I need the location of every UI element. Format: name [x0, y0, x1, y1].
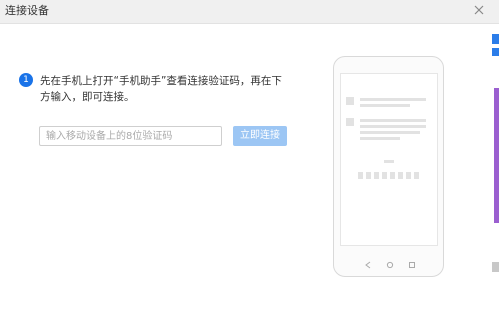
- background-accent-block: [492, 48, 499, 56]
- dialog-title: 连接设备: [5, 4, 49, 17]
- connect-now-button[interactable]: 立即连接: [233, 126, 287, 146]
- home-icon: [386, 254, 394, 273]
- background-accent-block: [492, 34, 499, 44]
- placeholder-line: [360, 119, 426, 122]
- code-digit-placeholder: [398, 172, 403, 179]
- recent-apps-icon: [408, 254, 416, 273]
- code-digit-placeholder: [374, 172, 379, 179]
- verification-code-input[interactable]: [39, 126, 222, 146]
- step-number-badge: 1: [19, 73, 33, 87]
- placeholder-avatar: [346, 118, 354, 126]
- placeholder-avatar: [346, 97, 354, 105]
- connect-instruction-text: 先在手机上打开“手机助手”查看连接验证码，再在下方输入，即可连接。: [40, 75, 282, 103]
- code-digit-placeholder: [414, 172, 419, 179]
- code-digit-placeholder: [366, 172, 371, 179]
- placeholder-line: [360, 131, 420, 134]
- placeholder-line: [360, 125, 426, 128]
- placeholder-dash: [384, 160, 394, 163]
- code-digit-placeholder: [390, 172, 395, 179]
- placeholder-line: [360, 98, 426, 101]
- dialog-title-bar: 连接设备: [0, 0, 499, 24]
- code-digit-placeholder: [358, 172, 363, 179]
- placeholder-line: [360, 137, 400, 140]
- background-accent-bar: [494, 88, 499, 223]
- close-icon[interactable]: [470, 1, 488, 19]
- background-gray-block: [492, 262, 499, 272]
- back-icon: [364, 254, 372, 273]
- placeholder-line: [360, 104, 410, 107]
- code-digit-placeholder: [406, 172, 411, 179]
- code-digit-placeholder: [382, 172, 387, 179]
